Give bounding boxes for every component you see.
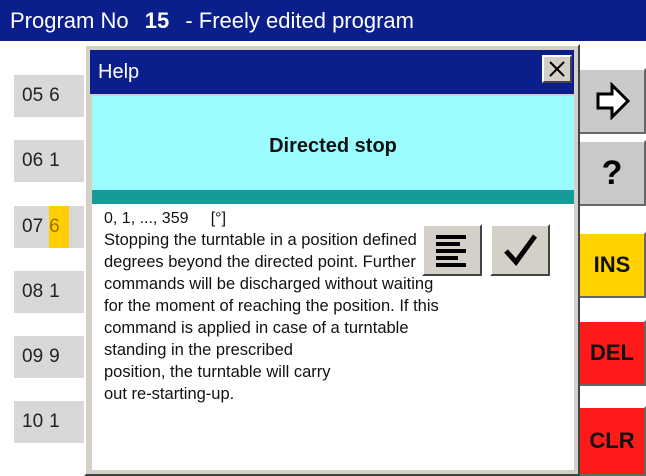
program-name: Freely edited program xyxy=(198,8,414,33)
del-button[interactable]: DEL xyxy=(578,320,646,386)
confirm-button[interactable] xyxy=(490,224,550,276)
checkmark-icon xyxy=(504,234,538,266)
dialog-title-bar: Help xyxy=(90,50,574,94)
help-text-line: out re-starting-up. xyxy=(104,385,235,403)
help-dialog: Help Directed stop 0, 1, ..., 359 [°] St… xyxy=(84,44,580,476)
row-value: 1 xyxy=(49,281,60,302)
title-separator: - xyxy=(185,8,193,33)
row-number: 06 xyxy=(22,150,44,171)
help-text-line: position, the turntable will carry xyxy=(104,363,331,381)
dialog-close-button[interactable] xyxy=(542,55,572,83)
row-value: 9 xyxy=(49,346,60,367)
row-number: 05 xyxy=(22,85,44,106)
help-text-line: standing in the prescribed xyxy=(104,341,293,359)
help-button-label: ? xyxy=(601,153,623,192)
row-value-highlight: 6 xyxy=(49,206,70,248)
close-icon xyxy=(549,61,565,77)
ins-button[interactable]: INS xyxy=(578,232,646,298)
help-button[interactable]: ? xyxy=(578,140,646,206)
enter-button[interactable] xyxy=(578,68,646,134)
program-number: 15 xyxy=(144,8,170,33)
help-text-line: degrees beyond the directed point. Furth… xyxy=(104,253,416,271)
help-heading: Directed stop xyxy=(269,135,397,157)
program-title-bar: Program No 15 - Freely edited program xyxy=(0,0,646,41)
help-text-line: command is applied in case of a turntabl… xyxy=(104,319,409,337)
row-value: 6 xyxy=(49,85,60,106)
help-text-line: for the moment of reaching the position.… xyxy=(104,297,439,315)
program-label: Program No xyxy=(10,8,129,33)
row-number: 08 xyxy=(22,281,44,302)
list-icon xyxy=(436,235,466,267)
clr-button-label: CLR xyxy=(589,428,635,453)
help-text-line: commands will be discharged without wait… xyxy=(104,275,434,293)
text-list-button[interactable] xyxy=(422,224,482,276)
dialog-title: Help xyxy=(98,61,140,83)
row-number: 09 xyxy=(22,346,44,367)
heading-divider-strip xyxy=(92,190,574,204)
del-button-label: DEL xyxy=(590,340,634,365)
help-heading-panel: Directed stop xyxy=(92,96,574,190)
value-range: 0, 1, ..., 359 [°] xyxy=(104,210,227,227)
row-value: 1 xyxy=(49,411,60,432)
enter-arrow-icon xyxy=(596,82,631,120)
row-number: 10 xyxy=(22,411,44,432)
ins-button-label: INS xyxy=(593,252,631,277)
help-text-line: Stopping the turntable in a position def… xyxy=(104,231,435,249)
clr-button[interactable]: CLR xyxy=(578,406,646,476)
row-value: 1 xyxy=(49,150,60,171)
row-number: 07 xyxy=(22,216,44,237)
